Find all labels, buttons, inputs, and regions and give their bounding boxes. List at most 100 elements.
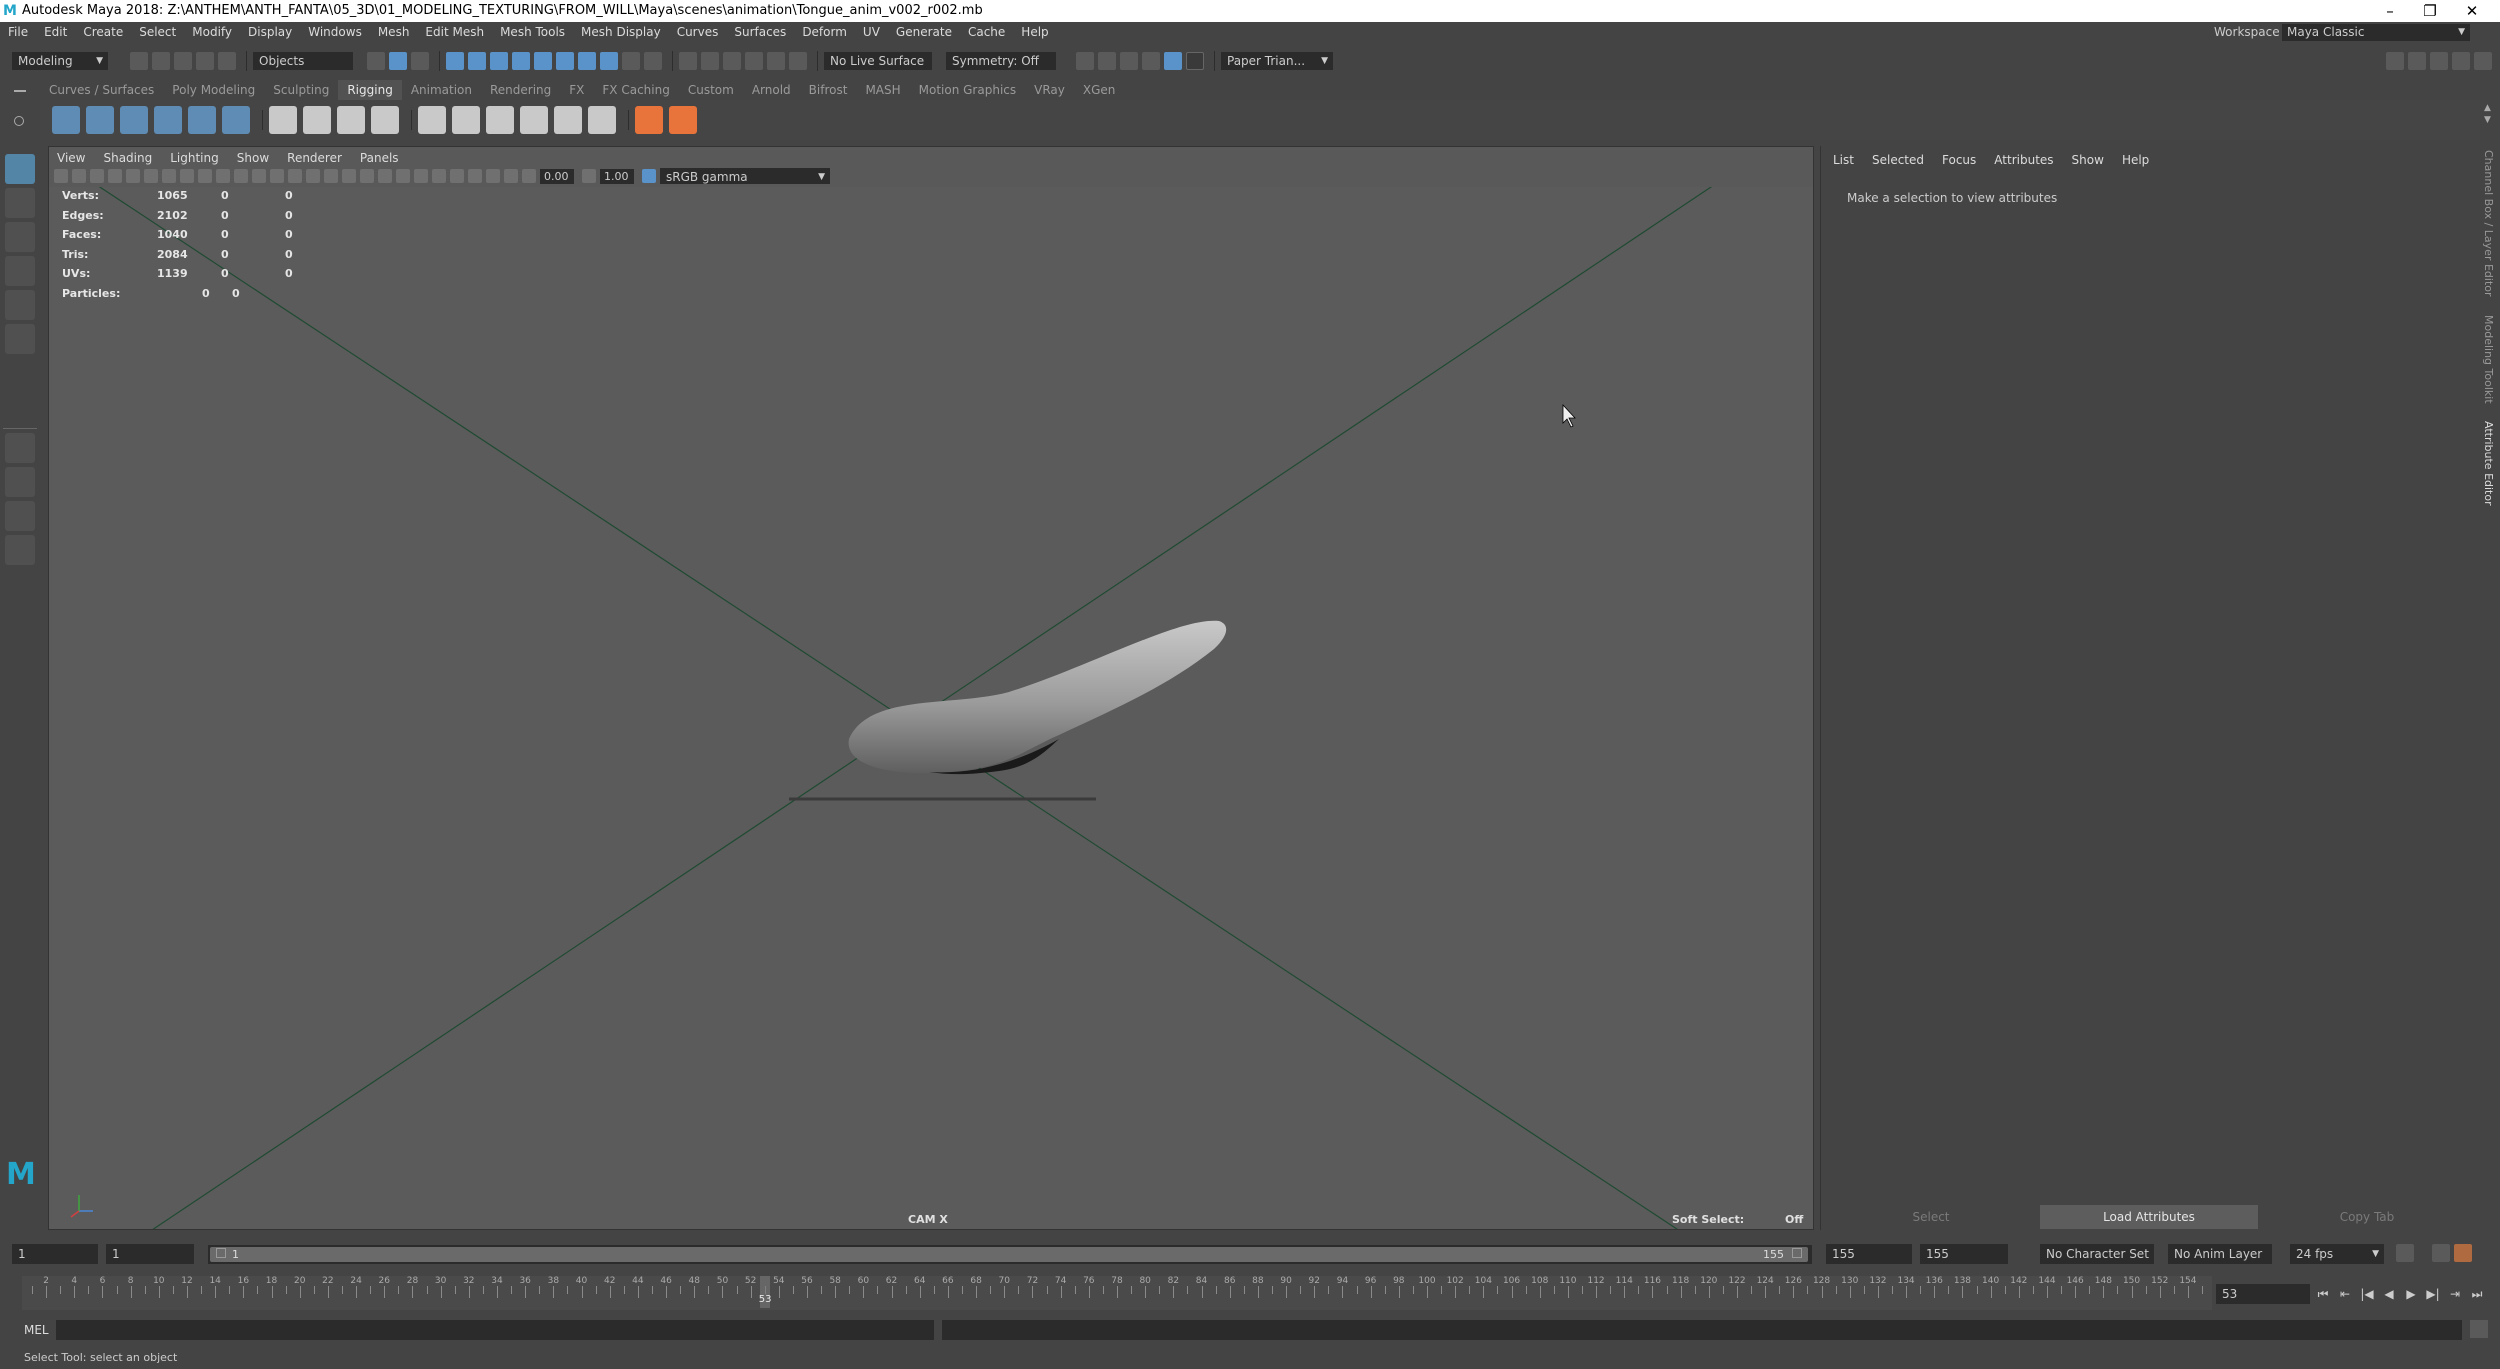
select-curves-icon[interactable] — [490, 52, 508, 70]
minimize-button[interactable]: – — [2370, 0, 2410, 22]
ae-menu-show[interactable]: Show — [2063, 150, 2113, 170]
camera-attributes-icon[interactable] — [72, 169, 86, 183]
snap-to-surface-icon[interactable] — [767, 52, 785, 70]
bookmark-icon[interactable] — [90, 169, 104, 183]
outliner-icon[interactable] — [5, 535, 35, 565]
ambient-occlusion-icon[interactable] — [396, 169, 410, 183]
use-all-lights-icon[interactable] — [360, 169, 374, 183]
undo-icon[interactable] — [196, 52, 214, 70]
playback-end-field[interactable]: 155 — [1826, 1244, 1912, 1264]
shelf-tab-custom[interactable]: Custom — [679, 80, 743, 100]
shelf-scroll-arrows-icon[interactable]: ▲ ▼ — [2484, 102, 2494, 138]
selection-mode-dropdown[interactable]: Objects — [253, 52, 353, 70]
menu-windows[interactable]: Windows — [300, 22, 370, 42]
bind-skin-icon[interactable] — [418, 106, 446, 134]
close-button[interactable]: ✕ — [2452, 0, 2492, 22]
menu-mesh-tools[interactable]: Mesh Tools — [492, 22, 573, 42]
step-forward-key-icon[interactable]: ⇥ — [2444, 1283, 2466, 1305]
menu-uv[interactable]: UV — [855, 22, 888, 42]
snap-to-grid-icon[interactable] — [679, 52, 697, 70]
select-handles-icon[interactable] — [446, 52, 464, 70]
save-scene-icon[interactable] — [174, 52, 192, 70]
script-editor-icon[interactable] — [2470, 1320, 2488, 1338]
menu-generate[interactable]: Generate — [888, 22, 960, 42]
shelf-tab-xgen[interactable]: XGen — [1074, 80, 1125, 100]
ipr-render-icon[interactable] — [1164, 52, 1182, 70]
snap-to-curve-icon[interactable] — [701, 52, 719, 70]
step-forward-frame-icon[interactable]: ▶| — [2422, 1283, 2444, 1305]
wire-icon[interactable] — [371, 106, 399, 134]
point-constraint-icon[interactable] — [635, 106, 663, 134]
view-transform-dropdown[interactable]: sRGB gamma ▼ — [660, 168, 830, 184]
menu-cache[interactable]: Cache — [960, 22, 1013, 42]
select-camera-icon[interactable] — [54, 169, 68, 183]
resolution-gate-icon[interactable] — [198, 169, 212, 183]
ik-spline-icon[interactable] — [120, 106, 148, 134]
xray-joints-icon[interactable] — [504, 169, 518, 183]
workspace-dropdown[interactable]: Maya Classic ▼ — [2282, 24, 2470, 41]
safe-title-icon[interactable] — [270, 169, 284, 183]
wrap-icon[interactable] — [337, 106, 365, 134]
new-scene-icon[interactable] — [130, 52, 148, 70]
anim-layer-dropdown[interactable]: No Anim Layer — [2168, 1244, 2272, 1264]
menu-curves[interactable]: Curves — [669, 22, 727, 42]
menu-help[interactable]: Help — [1013, 22, 1056, 42]
play-backward-icon[interactable]: ◀ — [2378, 1283, 2400, 1305]
move-tool-icon[interactable] — [5, 256, 35, 286]
wireframe-on-shaded-icon[interactable] — [324, 169, 338, 183]
redo-icon[interactable] — [218, 52, 236, 70]
ae-menu-help[interactable]: Help — [2113, 150, 2158, 170]
panel-menu-lighting[interactable]: Lighting — [161, 148, 228, 168]
grid-icon[interactable] — [162, 169, 176, 183]
step-back-key-icon[interactable]: ⇤ — [2334, 1283, 2356, 1305]
menu-set-dropdown[interactable]: Modeling ▼ — [12, 52, 108, 70]
select-tool-icon[interactable] — [5, 154, 35, 184]
menu-deform[interactable]: Deform — [794, 22, 855, 42]
render-frame-icon[interactable] — [1098, 52, 1116, 70]
menu-create[interactable]: Create — [75, 22, 131, 42]
menu-modify[interactable]: Modify — [184, 22, 240, 42]
select-rendering-icon[interactable] — [578, 52, 596, 70]
shelf-tab-animation[interactable]: Animation — [402, 80, 481, 100]
ae-menu-selected[interactable]: Selected — [1863, 150, 1933, 170]
snap-to-point-icon[interactable] — [723, 52, 741, 70]
smooth-shade-icon[interactable] — [306, 169, 320, 183]
cluster-icon[interactable] — [303, 106, 331, 134]
current-frame-field[interactable]: 53 — [2216, 1284, 2310, 1304]
panel-menu-show[interactable]: Show — [228, 148, 278, 168]
range-handle-end-icon[interactable] — [1792, 1248, 1802, 1258]
lock-selection-icon[interactable] — [622, 52, 640, 70]
shelf-tab-mash[interactable]: MASH — [856, 80, 909, 100]
field-chart-icon[interactable] — [234, 169, 248, 183]
ae-menu-list[interactable]: List — [1824, 150, 1863, 170]
shelf-tab-fx[interactable]: FX — [560, 80, 593, 100]
playback-start-field[interactable]: 1 — [106, 1244, 194, 1264]
range-slider-handle[interactable]: 1 155 — [210, 1247, 1808, 1262]
single-perspective-view-icon[interactable] — [5, 433, 35, 463]
panel-menu-view[interactable]: View — [48, 148, 94, 168]
command-input[interactable] — [56, 1320, 934, 1340]
open-scene-icon[interactable] — [152, 52, 170, 70]
menu-edit[interactable]: Edit — [36, 22, 75, 42]
paint-weights-icon[interactable] — [452, 106, 480, 134]
insert-joint-icon[interactable] — [154, 106, 182, 134]
shelf-tab-motion-graphics[interactable]: Motion Graphics — [910, 80, 1026, 100]
gate-mask-icon[interactable] — [216, 169, 230, 183]
pause-icon[interactable] — [1186, 52, 1204, 70]
character-set-dropdown[interactable]: No Character Set — [2040, 1244, 2154, 1264]
ae-menu-attributes[interactable]: Attributes — [1985, 150, 2062, 170]
time-slider[interactable]: 2 4 6 8 10 12 14 16 18 20 22 24 26 28 30 32 34 36 38 40 42 44… — [22, 1276, 2212, 1310]
humanik-icon[interactable] — [222, 106, 250, 134]
copy-tab-button[interactable]: Copy Tab — [2258, 1205, 2476, 1229]
create-joints-icon[interactable] — [52, 106, 80, 134]
persp-outliner-layout-icon[interactable] — [5, 501, 35, 531]
grease-pencil-icon[interactable] — [144, 169, 158, 183]
animation-end-field[interactable]: 155 — [1920, 1244, 2008, 1264]
lattice-icon[interactable] — [269, 106, 297, 134]
select-misc-icon[interactable] — [600, 52, 618, 70]
menu-mesh[interactable]: Mesh — [370, 22, 418, 42]
select-button[interactable]: Select — [1822, 1205, 2040, 1229]
shelf-tab-arnold[interactable]: Arnold — [743, 80, 800, 100]
play-forward-icon[interactable]: ▶ — [2400, 1283, 2422, 1305]
script-language-toggle[interactable]: MEL — [24, 1320, 49, 1340]
